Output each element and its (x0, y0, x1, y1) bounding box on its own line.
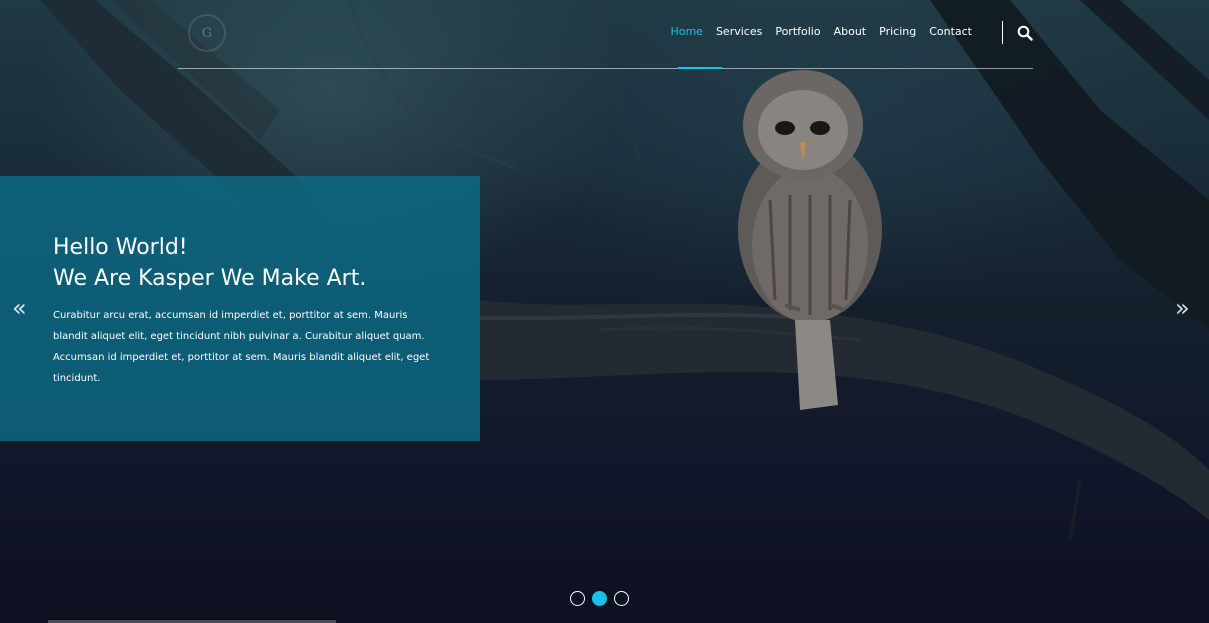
header-divider (178, 68, 1033, 69)
slide-bullet-2[interactable] (592, 591, 607, 606)
search-icon[interactable] (1017, 25, 1033, 41)
nav-link-portfolio[interactable]: Portfolio (775, 23, 820, 41)
logo-text: G (201, 25, 213, 41)
next-slide-icon[interactable]: » (1175, 296, 1190, 320)
slide-bullet-3[interactable] (614, 591, 629, 606)
nav-divider (1002, 21, 1003, 44)
hero-text-panel: Hello World! We Are Kasper We Make Art. … (0, 176, 480, 441)
hero-title: Hello World! We Are Kasper We Make Art. (53, 232, 453, 294)
nav-link-about[interactable]: About (834, 23, 867, 41)
slide-bullet-1[interactable] (570, 591, 585, 606)
prev-slide-icon[interactable]: « (12, 296, 27, 320)
active-nav-indicator (678, 67, 722, 69)
logo[interactable]: G (188, 14, 226, 52)
main-nav: Home Services Portfolio About Pricing Co… (657, 23, 972, 41)
nav-link-pricing[interactable]: Pricing (879, 23, 916, 41)
hero-section: G Home Services Portfolio About Pricing … (0, 0, 1209, 623)
nav-link-services[interactable]: Services (716, 23, 762, 41)
nav-link-home[interactable]: Home (670, 23, 702, 41)
nav-link-contact[interactable]: Contact (929, 23, 972, 41)
hero-description: Curabitur arcu erat, accumsan id imperdi… (53, 310, 430, 384)
hero-title-line1: Hello World! (53, 235, 188, 260)
slider-bullets (570, 591, 629, 606)
hero-title-line2: We Are Kasper We Make Art. (53, 266, 367, 291)
